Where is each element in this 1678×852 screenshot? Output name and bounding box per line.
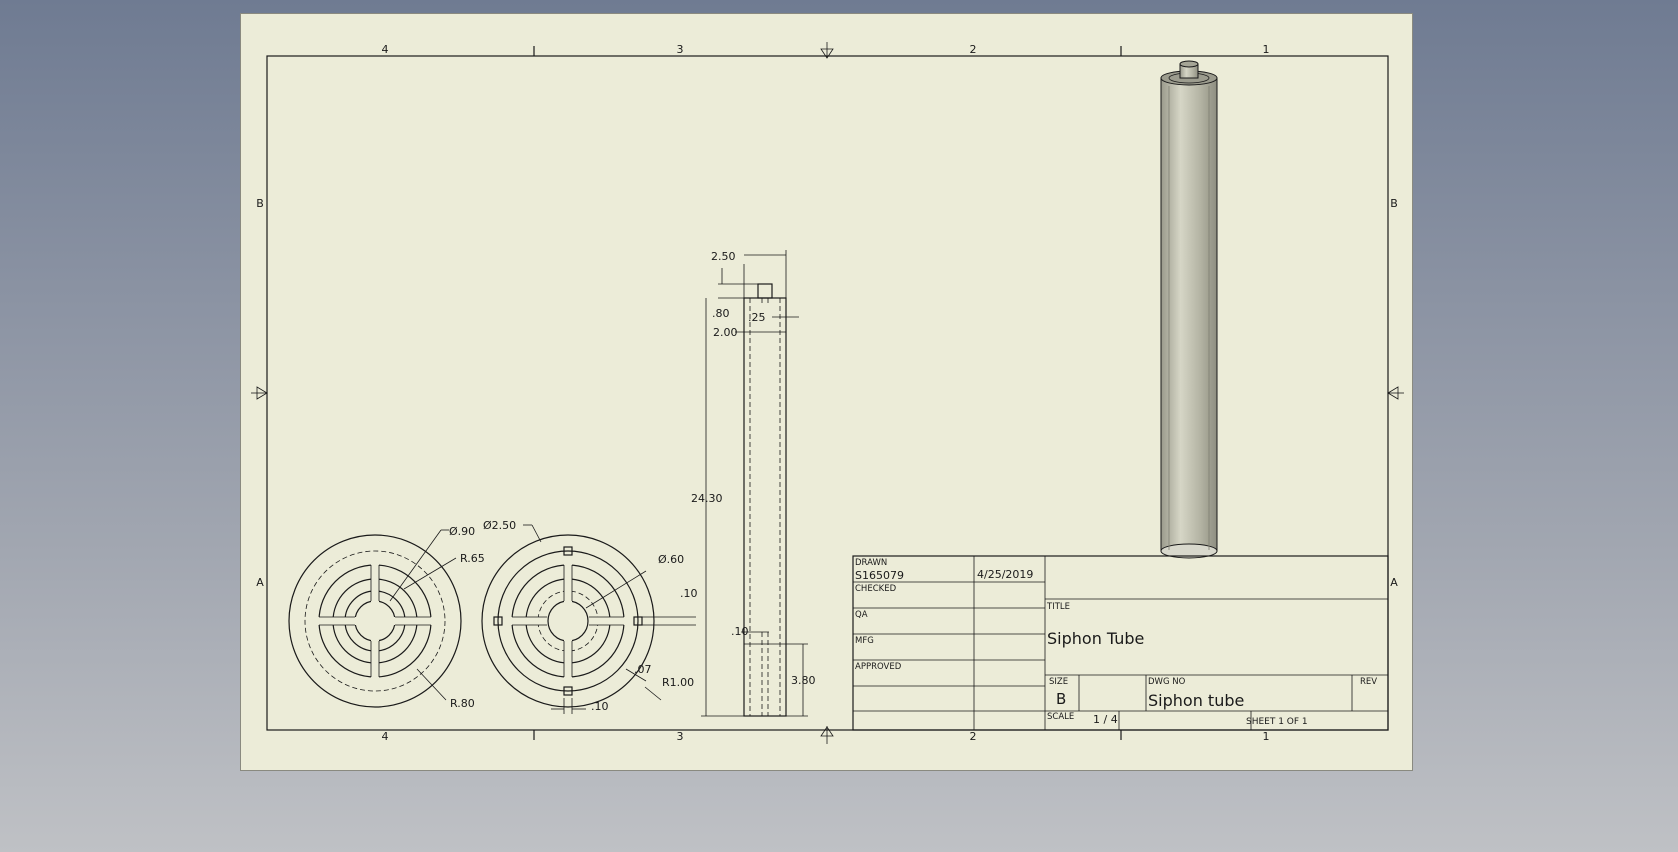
dim-inner-width: 2.00 xyxy=(713,326,738,339)
front-view-dims: 2.50 .80 .25 2.00 24.30 .10 3.80 xyxy=(691,250,816,687)
drawn-date: 4/25/2019 xyxy=(977,568,1033,581)
dim-10: .10 xyxy=(680,587,698,600)
zone-row-right: B xyxy=(1390,197,1398,210)
dim-r80: R.80 xyxy=(450,697,475,710)
title-label: TITLE xyxy=(1046,602,1070,612)
zone-col-top: 1 xyxy=(1263,43,1270,56)
sheet-label: SHEET 1 OF 1 xyxy=(1246,717,1308,727)
drawing-title: Siphon Tube xyxy=(1047,629,1144,648)
dim-length: 24.30 xyxy=(691,492,723,505)
end-view-left[interactable] xyxy=(288,529,462,708)
zone-col-top: 4 xyxy=(382,43,389,56)
dim-r100: R1.00 xyxy=(662,676,694,689)
zone-row-right: A xyxy=(1390,576,1398,589)
drawn-label: DRAWN xyxy=(855,558,887,568)
dim-07: .07 xyxy=(634,663,652,676)
approved-label: APPROVED xyxy=(855,662,902,672)
dim-r65: R.65 xyxy=(460,552,485,565)
end-view-left-dims: Ø.90 R.65 R.80 xyxy=(449,525,485,710)
centering-marks xyxy=(251,42,1404,744)
size-label: SIZE xyxy=(1049,677,1068,687)
scale-value: 1 / 4 xyxy=(1093,713,1118,726)
dwg-no-label: DWG NO xyxy=(1148,677,1186,687)
dim-dia-250: Ø2.50 xyxy=(483,519,516,532)
scale-label: SCALE xyxy=(1047,712,1074,722)
zone-row-left: A xyxy=(256,576,264,589)
zone-col-bottom: 1 xyxy=(1263,730,1270,743)
qa-label: QA xyxy=(855,610,868,620)
end-view-right-dims: Ø2.50 Ø.60 .10 .07 R1.00 .10 xyxy=(483,519,698,713)
dim-bottom-10: .10 xyxy=(591,700,609,713)
dim-stub-height: .80 xyxy=(712,307,730,320)
zone-col-bottom: 2 xyxy=(970,730,977,743)
zone-col-bottom: 3 xyxy=(677,730,684,743)
dim-dia-90: Ø.90 xyxy=(449,525,475,538)
dim-top-width: 2.50 xyxy=(711,250,736,263)
checked-label: CHECKED xyxy=(855,584,897,594)
zone-col-bottom: 4 xyxy=(382,730,389,743)
zone-labels: 4 3 2 1 4 3 2 1 B A B A xyxy=(256,43,1398,743)
dwg-no-value: Siphon tube xyxy=(1148,691,1244,710)
isometric-view[interactable] xyxy=(1160,60,1218,559)
dim-wall: .10 xyxy=(731,625,749,638)
dim-slot-height: 3.80 xyxy=(791,674,816,687)
drawing-sheet: 4 3 2 1 4 3 2 1 B A B A Ø.90 R.65 R.80 Ø… xyxy=(240,13,1413,771)
rev-label: REV xyxy=(1360,677,1377,687)
mfg-label: MFG xyxy=(855,636,874,646)
drawing-canvas: 4 3 2 1 4 3 2 1 B A B A Ø.90 R.65 R.80 Ø… xyxy=(251,42,1404,744)
zone-col-top: 2 xyxy=(970,43,977,56)
drawing-border xyxy=(266,55,1389,731)
zone-col-top: 3 xyxy=(677,43,684,56)
dim-stub-width: .25 xyxy=(748,311,766,324)
drawn-by: S165079 xyxy=(855,569,904,582)
zone-row-left: B xyxy=(256,197,264,210)
dim-dia-60: Ø.60 xyxy=(658,553,684,566)
size-value: B xyxy=(1056,690,1066,708)
title-block-text: DRAWN S165079 4/25/2019 CHECKED QA MFG A… xyxy=(855,558,1377,727)
